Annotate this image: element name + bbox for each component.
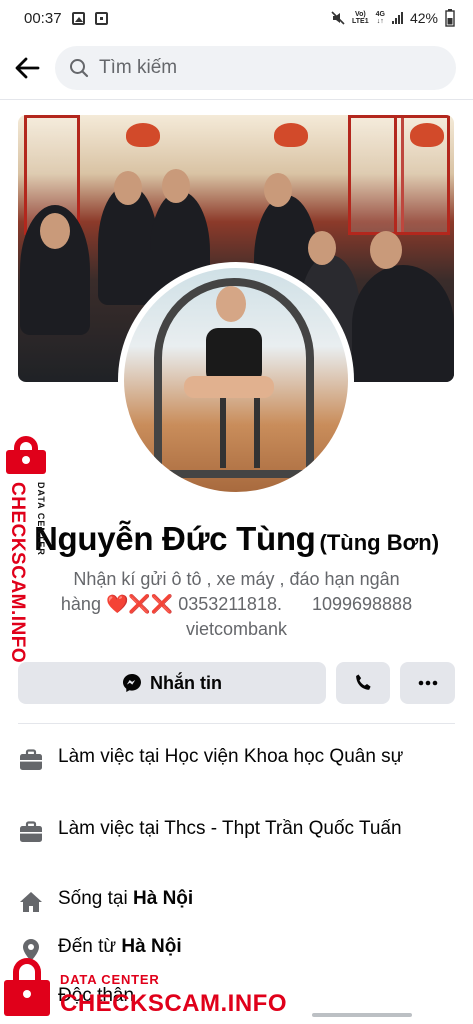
cover-face <box>162 169 190 203</box>
phone-icon <box>356 674 371 690</box>
search-header: Tìm kiếm <box>0 44 473 92</box>
profile-bio: Nhận kí gửi ô tô , xe máy , đáo hạn ngân… <box>20 567 453 642</box>
watermark-lock-icon <box>4 958 50 1016</box>
cover-lamp <box>274 123 308 147</box>
profile-avatar[interactable] <box>118 262 354 498</box>
detail-text: Đến từ Hà Nội <box>58 936 182 957</box>
watermark-vertical: CHECKSCAM.INFO DATA CENTER <box>6 482 46 664</box>
profile-name-row: Nguyễn Đức Tùng (Tùng Bơn) <box>0 520 473 558</box>
search-input[interactable]: Tìm kiếm <box>55 46 456 90</box>
detail-text: Làm việc tại Học viện Khoa học Quân sự <box>58 746 404 767</box>
battery-percent: 42% <box>409 10 438 26</box>
cover-face <box>114 171 142 205</box>
bio-line: vietcombank <box>185 619 288 639</box>
detail-item-work[interactable]: Làm việc tại Học viện Khoa học Quân sự <box>18 744 455 773</box>
home-icon <box>18 889 44 915</box>
mute-icon <box>331 11 345 25</box>
header-divider <box>0 99 473 100</box>
briefcase-icon <box>18 819 44 845</box>
cover-lamp <box>126 123 160 147</box>
volte-indicator: Vo) LTE1 <box>352 11 369 25</box>
more-icon <box>418 680 437 686</box>
app-notification-icon <box>94 11 108 25</box>
cover-person <box>352 265 454 382</box>
cover-lamp <box>410 123 444 147</box>
profile-alternate-name: (Tùng Bơn) <box>319 530 440 555</box>
status-time: 00:37 <box>24 9 62 27</box>
arrow-left-icon <box>15 57 40 79</box>
cover-face <box>370 231 402 269</box>
message-button[interactable]: Nhắn tin <box>18 662 326 704</box>
call-button[interactable] <box>336 662 390 704</box>
actions-divider <box>18 723 455 724</box>
detail-item-lives-in[interactable]: Sống tại Hà Nội <box>18 886 455 915</box>
avatar-face <box>216 286 246 322</box>
detail-text: Sống tại Hà Nội <box>58 888 194 909</box>
cover-face <box>308 231 336 265</box>
briefcase-icon <box>18 747 44 773</box>
watermark-lock-icon <box>4 436 48 474</box>
watermark-brand: CHECKSCAM.INFO <box>60 990 287 1017</box>
avatar-legs <box>184 376 274 398</box>
detail-item-work[interactable]: Làm việc tại Thcs - Thpt Trần Quốc Tuấn <box>18 816 455 845</box>
gallery-notification-icon <box>71 11 85 25</box>
detail-bold[interactable]: Hà Nội <box>121 936 181 957</box>
detail-bold[interactable]: Hà Nội <box>133 888 193 909</box>
avatar-photo <box>124 268 348 492</box>
watermark-subtitle: DATA CENTER <box>60 972 160 987</box>
profile-name: Nguyễn Đức Tùng <box>33 520 316 557</box>
cover-face <box>264 173 292 207</box>
message-button-label: Nhắn tin <box>150 672 222 693</box>
network-type: 4G ↓↑ <box>375 11 385 25</box>
bio-line: hàng ❤️❌❌ 0353211818. 1099698888 <box>60 594 413 614</box>
more-options-button[interactable] <box>400 662 455 704</box>
status-bar: 00:37 Vo) LTE1 4G ↓↑ 42% <box>0 0 473 36</box>
detail-item-from[interactable]: Đến từ Hà Nội <box>18 934 455 963</box>
home-indicator[interactable] <box>312 1013 412 1017</box>
back-button[interactable] <box>0 44 54 92</box>
detail-text: Làm việc tại Thcs - Thpt Trần Quốc Tuấn <box>58 818 402 839</box>
profile-actions: Nhắn tin <box>18 662 455 704</box>
search-icon <box>70 59 89 78</box>
search-placeholder: Tìm kiếm <box>99 57 178 78</box>
messenger-icon <box>123 674 141 692</box>
battery-icon <box>445 9 455 27</box>
watermark-subtitle: DATA CENTER <box>36 482 46 556</box>
avatar-chair <box>220 398 260 468</box>
bio-line: Nhận kí gửi ô tô , xe máy , đáo hạn ngân <box>73 569 400 589</box>
signal-icon <box>391 12 403 24</box>
cover-face <box>40 213 70 249</box>
watermark-brand: CHECKSCAM.INFO <box>7 482 28 664</box>
